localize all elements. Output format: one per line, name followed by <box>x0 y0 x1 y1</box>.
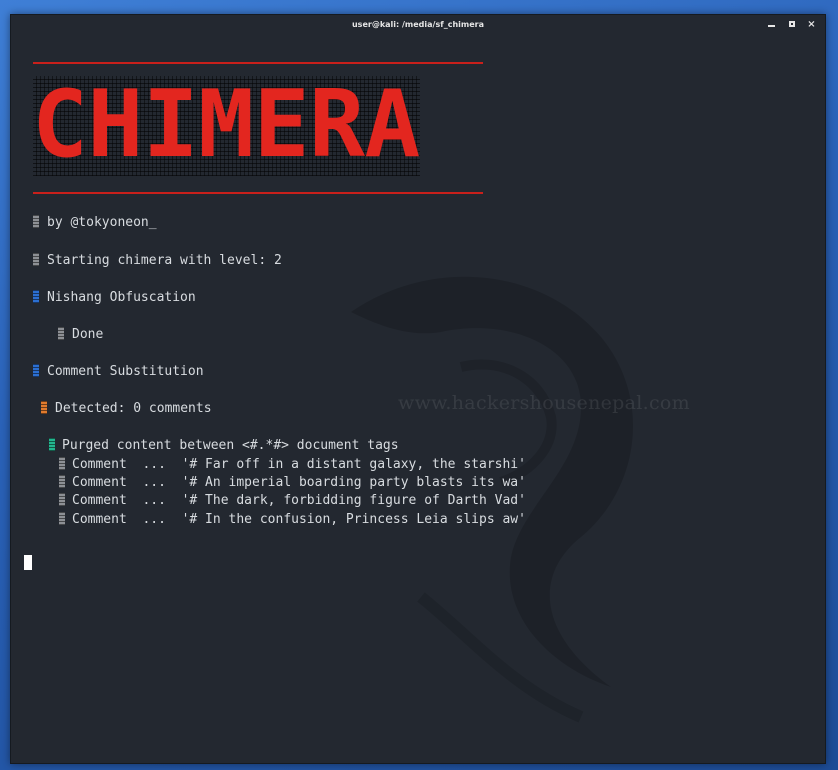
status-marker-icon <box>33 215 39 228</box>
banner-bottom-rule <box>33 192 483 194</box>
line-text: Starting chimera with level: 2 <box>47 253 282 268</box>
text-cursor <box>24 555 32 570</box>
terminal-line-comment-1: Comment ... '# Far off in a distant gala… <box>59 457 526 473</box>
banner-word-wrap: CHIMERA <box>33 76 483 176</box>
title-bar[interactable]: user@kali: /media/sf_chimera × <box>11 15 825 37</box>
status-marker-icon <box>59 457 65 470</box>
minimize-icon <box>768 25 775 27</box>
chimera-banner: CHIMERA <box>33 62 483 196</box>
banner-top-rule <box>33 62 483 64</box>
close-button[interactable]: × <box>806 18 817 32</box>
window-title: user@kali: /media/sf_chimera <box>351 20 484 29</box>
terminal-line-comment-substitution: Comment Substitution <box>33 364 204 380</box>
status-marker-icon <box>49 438 55 451</box>
banner-logo-text: CHIMERA <box>33 76 420 176</box>
line-text: Purged content between <#.*#> document t… <box>62 438 399 453</box>
line-text: Comment ... '# The dark, forbidding figu… <box>72 493 526 508</box>
terminal-line-done: Done <box>58 327 103 343</box>
window-controls: × <box>766 18 817 32</box>
status-marker-icon <box>33 290 39 303</box>
terminal-line-by: by @tokyoneon_ <box>33 215 157 231</box>
terminal-line-comment-3: Comment ... '# The dark, forbidding figu… <box>59 493 526 509</box>
line-text: Nishang Obfuscation <box>47 290 196 305</box>
line-text: by @tokyoneon_ <box>47 215 157 230</box>
status-marker-icon <box>59 512 65 525</box>
minimize-button[interactable] <box>766 18 777 32</box>
terminal-line-purged: Purged content between <#.*#> document t… <box>49 438 399 454</box>
terminal-line-starting: Starting chimera with level: 2 <box>33 253 282 269</box>
status-marker-icon <box>58 327 64 340</box>
terminal-line-comment-2: Comment ... '# An imperial boarding part… <box>59 475 526 491</box>
status-marker-icon <box>41 401 47 414</box>
line-text: Done <box>72 327 104 342</box>
line-text: Comment ... '# In the confusion, Princes… <box>72 512 526 527</box>
line-text: Comment ... '# An imperial boarding part… <box>72 475 526 490</box>
status-marker-icon <box>33 364 39 377</box>
terminal-line-comment-4: Comment ... '# In the confusion, Princes… <box>59 512 526 528</box>
maximize-icon <box>788 21 795 27</box>
terminal-window: user@kali: /media/sf_chimera × www.hacke… <box>10 14 826 764</box>
maximize-button[interactable] <box>786 18 797 32</box>
line-text: Detected: 0 comments <box>55 401 212 416</box>
terminal-line-detected: Detected: 0 comments <box>41 401 212 417</box>
terminal-line-nishang: Nishang Obfuscation <box>33 290 196 306</box>
status-marker-icon <box>59 493 65 506</box>
line-text: Comment ... '# Far off in a distant gala… <box>72 457 526 472</box>
terminal-area[interactable]: www.hackershousenepal.com CHIMERA by @to… <box>11 37 825 763</box>
watermark-text: www.hackershousenepal.com <box>398 392 690 414</box>
status-marker-icon <box>59 475 65 488</box>
status-marker-icon <box>33 253 39 266</box>
line-text: Comment Substitution <box>47 364 204 379</box>
